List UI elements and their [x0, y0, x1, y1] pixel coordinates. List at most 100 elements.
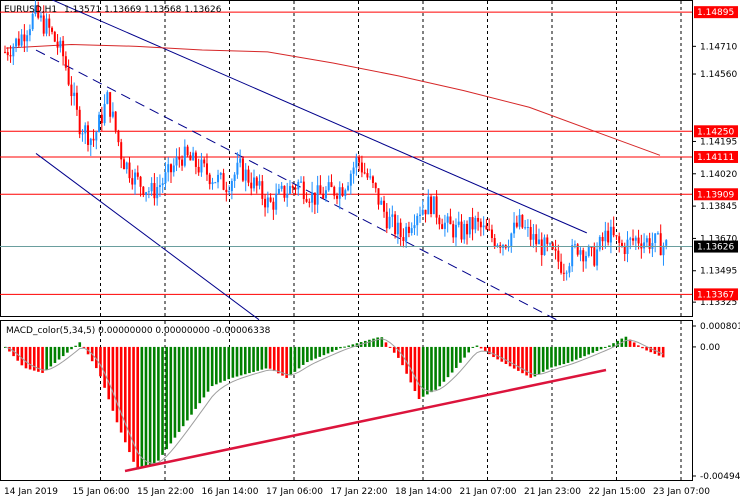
- candle-body: [222, 173, 225, 190]
- candle-body: [537, 239, 540, 245]
- macd-bar: [434, 346, 437, 390]
- candle-body: [446, 216, 449, 223]
- macd-bar: [504, 346, 508, 365]
- macd-bar: [297, 346, 301, 369]
- candle-body: [587, 246, 590, 256]
- candle-body: [280, 185, 283, 189]
- symbol-label: EURUSD,H1: [4, 5, 57, 15]
- candle-body: [546, 237, 549, 244]
- macd-bar: [24, 346, 28, 369]
- macd-bar: [467, 346, 470, 353]
- candle-body: [324, 190, 327, 199]
- candle-body: [609, 226, 612, 243]
- candle-body: [607, 230, 610, 243]
- candle-body: [645, 238, 648, 243]
- candle-body: [651, 243, 654, 249]
- candle-body: [452, 224, 455, 238]
- macd-bar: [492, 346, 495, 358]
- macd-bar: [335, 346, 338, 350]
- candle-body: [640, 243, 643, 249]
- candle-body: [172, 165, 175, 173]
- candle-body: [449, 216, 452, 225]
- time-axis: 14 Jan 2019 15 Jan 06:00 15 Jan 22:00 16 Ja…: [4, 487, 710, 497]
- macd-bar: [119, 346, 123, 433]
- macd-bar: [496, 346, 499, 360]
- candle-body: [582, 250, 585, 262]
- price-label: 1.14710: [700, 42, 737, 52]
- candle-body: [95, 132, 98, 141]
- macd-bar: [49, 346, 53, 367]
- candle-body: [637, 237, 640, 244]
- candle-body: [490, 229, 493, 239]
- candle-body: [288, 186, 291, 194]
- candle-body: [125, 162, 128, 170]
- candle-body: [283, 185, 286, 198]
- candle-body: [515, 222, 518, 227]
- macd-bar: [161, 346, 164, 455]
- macd-bar: [61, 346, 65, 357]
- candle-body: [593, 247, 596, 266]
- candle-body: [443, 222, 446, 229]
- candle-body: [576, 244, 579, 255]
- macd-bar: [579, 346, 582, 358]
- macd-bar: [330, 346, 334, 352]
- candle-body: [526, 226, 529, 228]
- macd-bar: [550, 346, 553, 368]
- candle-body: [471, 217, 474, 230]
- candle-body: [239, 158, 242, 163]
- candle-body: [322, 193, 325, 199]
- macd-bar: [293, 346, 297, 372]
- candle-body: [150, 183, 153, 192]
- macd-bar: [210, 346, 214, 387]
- candle-body: [659, 233, 662, 256]
- candle-body: [230, 180, 233, 192]
- macd-bar: [177, 346, 181, 432]
- macd-bar: [368, 339, 371, 347]
- macd-bar: [587, 346, 590, 355]
- candle-body: [560, 261, 563, 273]
- macd-bar: [264, 346, 268, 369]
- macd-pane-frame: [0, 320, 693, 481]
- candle-body: [167, 164, 170, 173]
- candle-body: [219, 173, 222, 175]
- macd-bar: [446, 346, 450, 378]
- candle-body: [142, 186, 145, 196]
- candle-body: [369, 176, 372, 178]
- macd-bar: [173, 346, 177, 438]
- macd-bar: [624, 336, 628, 347]
- candle-body: [371, 176, 374, 183]
- macd-bar: [372, 338, 375, 347]
- candle-body: [178, 156, 181, 160]
- candle-body: [236, 162, 239, 175]
- candle-body: [111, 111, 114, 117]
- macd-bar: [413, 346, 417, 392]
- macd-bar: [239, 346, 243, 376]
- candle-body: [258, 181, 261, 186]
- macd-header: MACD_color(5,34,5) 0.00000000 0.00000000…: [6, 326, 271, 336]
- current-price-label: 1.13626: [697, 243, 734, 253]
- macd-bar: [215, 346, 218, 385]
- macd-bar: [285, 346, 288, 378]
- macd-bar: [347, 345, 351, 347]
- trading-chart[interactable]: EURUSD,H1 1.13571 1.13669 1.13568 1.1362…: [0, 0, 740, 500]
- candle-body: [482, 225, 485, 228]
- macd-bar: [508, 346, 512, 367]
- candle-body: [524, 227, 527, 229]
- candle-body: [394, 214, 397, 235]
- macd-bar: [198, 346, 202, 404]
- candle-body: [352, 167, 355, 174]
- candle-body: [128, 162, 131, 179]
- candle-body: [632, 238, 635, 241]
- macd-bar: [397, 346, 400, 358]
- macd-bar: [277, 346, 280, 374]
- candle-body: [380, 200, 383, 205]
- candle-body: [463, 223, 466, 240]
- macd-bar: [227, 346, 231, 380]
- macd-bar: [306, 346, 309, 363]
- candle-body: [618, 236, 621, 243]
- candle-body: [266, 197, 269, 208]
- level-label: 1.14250: [697, 127, 734, 137]
- candle-body: [139, 176, 142, 187]
- candle-body: [468, 217, 471, 235]
- candle-body: [64, 56, 67, 68]
